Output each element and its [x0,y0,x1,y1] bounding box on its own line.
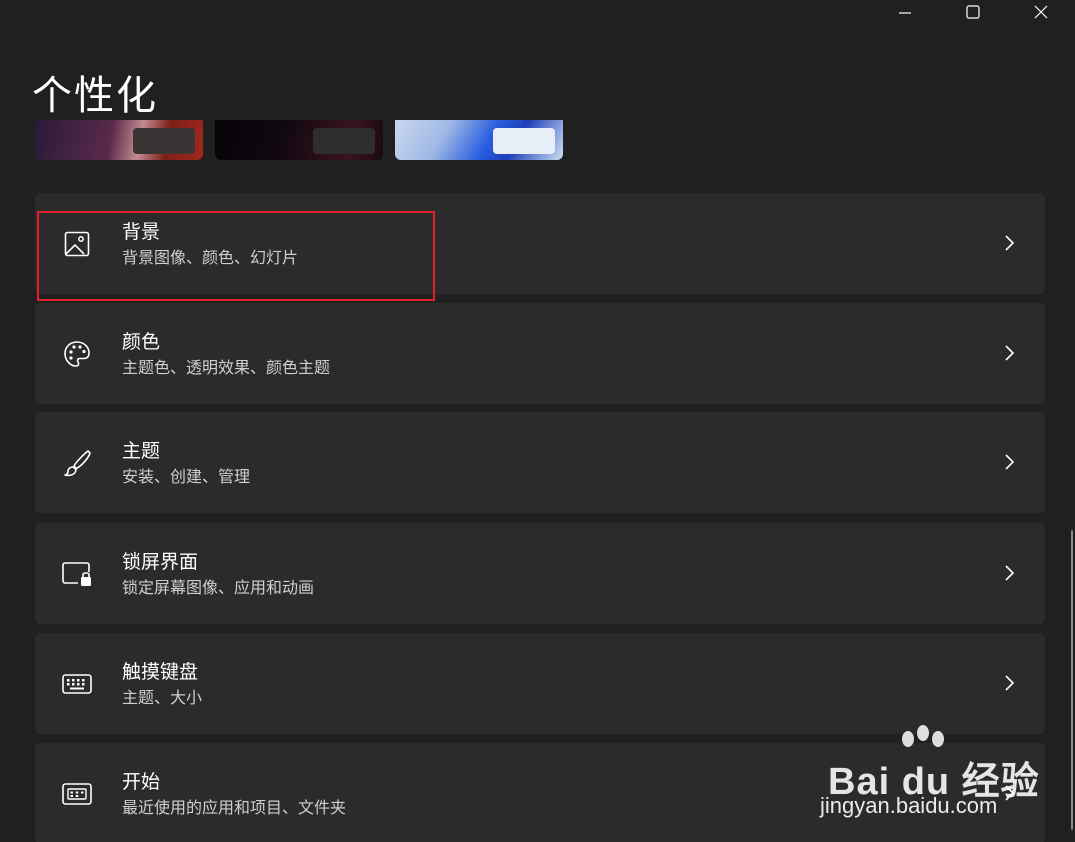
start-icon [61,778,93,810]
setting-subtitle: 安装、创建、管理 [122,467,251,486]
chevron-right-icon [1005,565,1015,581]
setting-title: 触摸键盘 [122,661,199,683]
setting-subtitle: 锁定屏幕图像、应用和动画 [122,578,315,597]
close-icon [1034,5,1048,19]
setting-subtitle: 主题、大小 [122,688,203,707]
lock-screen-icon [61,558,93,590]
setting-colors[interactable]: 颜色 主题色、透明效果、颜色主题 [35,303,1045,404]
chevron-right-icon [1005,675,1015,691]
setting-start[interactable]: 开始 最近使用的应用和项目、文件夹 [35,743,1045,842]
page-title: 个性化 [32,73,158,119]
theme-thumbnail[interactable] [395,120,563,160]
setting-title: 开始 [122,771,161,793]
setting-subtitle: 背景图像、颜色、幻灯片 [122,248,299,267]
chevron-right-icon [1005,454,1015,470]
setting-background[interactable]: 背景 背景图像、颜色、幻灯片 [35,193,1045,294]
theme-thumbnail[interactable] [35,120,203,160]
maximize-icon [966,5,980,19]
close-button[interactable] [1007,0,1075,24]
setting-touch-keyboard[interactable]: 触摸键盘 主题、大小 [35,633,1045,734]
setting-title: 背景 [122,221,161,243]
scrollbar[interactable] [1071,530,1073,830]
image-icon [61,228,93,260]
setting-lock-screen[interactable]: 锁屏界面 锁定屏幕图像、应用和动画 [35,523,1045,624]
theme-thumbnail[interactable] [215,120,383,160]
setting-subtitle: 主题色、透明效果、颜色主题 [122,358,331,377]
chevron-right-icon [1005,235,1015,251]
chevron-right-icon [1005,345,1015,361]
palette-icon [61,338,93,370]
chevron-right-icon [1005,785,1015,801]
window-controls [871,0,1075,24]
minimize-icon [899,12,911,14]
setting-title: 锁屏界面 [122,551,199,573]
setting-themes[interactable]: 主题 安装、创建、管理 [35,412,1045,513]
maximize-button[interactable] [939,0,1007,24]
minimize-button[interactable] [871,0,939,24]
keyboard-icon [61,668,93,700]
settings-window: 个性化 背景 背景图像、颜色、幻灯片 颜色 主题色、透明效果、颜色主题 主题 安… [0,0,1075,842]
brush-icon [61,447,93,479]
setting-title: 颜色 [122,331,161,353]
setting-subtitle: 最近使用的应用和项目、文件夹 [122,798,347,817]
setting-title: 主题 [122,440,161,462]
